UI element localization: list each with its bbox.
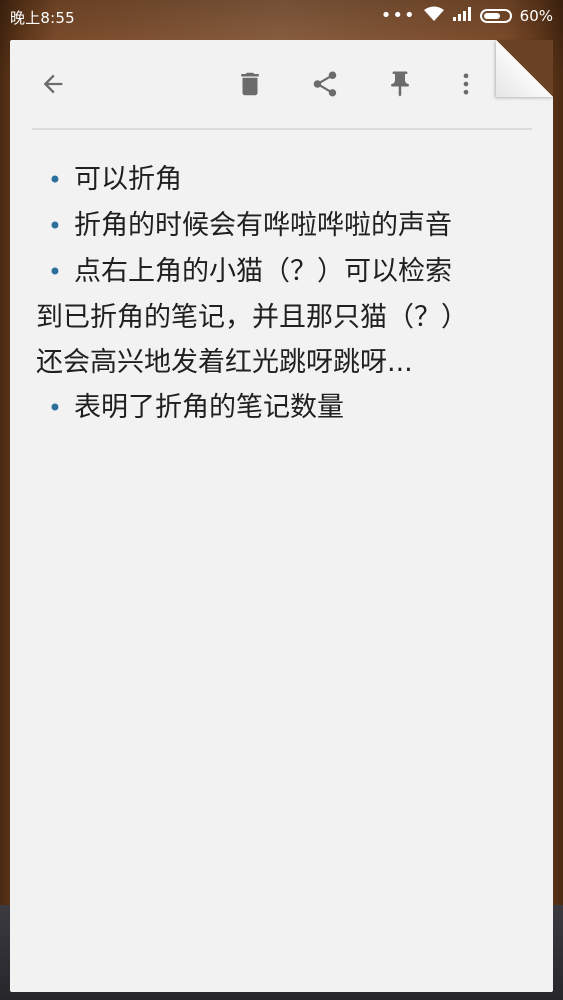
trash-icon [241, 72, 259, 96]
battery-icon [479, 9, 512, 23]
share-button[interactable] [305, 64, 345, 104]
note-line: • 折角的时候会有哗啦哗啦的声音 [36, 203, 516, 249]
note-body[interactable]: • 可以折角 • 折角的时候会有哗啦哗啦的声音 • 点右上角的小猫（？）可以检索 到已… [36, 157, 516, 431]
bullet: • [47, 258, 63, 286]
pin-button[interactable] [380, 64, 420, 104]
pin-icon [391, 71, 409, 97]
note-line: 还会高兴地发着红光跳呀跳呀... [36, 340, 516, 385]
note-line-text: 点右上角的小猫（？）可以检索 [74, 256, 452, 287]
more-button[interactable] [446, 64, 486, 104]
toolbar-divider [32, 128, 532, 130]
note-line-text: 可以折角 [74, 164, 182, 195]
delete-button[interactable] [230, 64, 270, 104]
note-toolbar [10, 40, 553, 128]
note-line: • 表明了折角的笔记数量 [36, 385, 516, 431]
note-line-text: 到已折角的笔记，并且那只猫（？） [36, 302, 468, 333]
note-line: • 点右上角的小猫（？）可以检索 [36, 249, 516, 295]
back-button[interactable] [33, 64, 73, 104]
bullet: • [47, 212, 63, 240]
status-time: 晚上8:55 [10, 9, 75, 27]
note-line-text: 折角的时候会有哗啦哗啦的声音 [74, 210, 452, 241]
notification-dots: ••• [380, 5, 416, 26]
note-line-text: 还会高兴地发着红光跳呀跳呀... [36, 347, 413, 378]
more-vert-icon [463, 73, 469, 95]
note-line: • 可以折角 [36, 157, 516, 203]
status-icons: ••• 60% [381, 6, 553, 26]
note-line: 到已折角的笔记，并且那只猫（？） [36, 295, 516, 340]
arrow-left-icon [43, 74, 63, 94]
cell-signal-icon [452, 6, 472, 26]
battery-percent: 60% [519, 7, 553, 25]
note-line-text: 表明了折角的笔记数量 [74, 392, 344, 423]
share-icon [313, 71, 337, 97]
bullet: • [47, 166, 63, 194]
bullet: • [47, 394, 63, 422]
wifi-icon [423, 6, 444, 26]
status-bar: 晚上8:55 ••• 60% [0, 0, 563, 32]
